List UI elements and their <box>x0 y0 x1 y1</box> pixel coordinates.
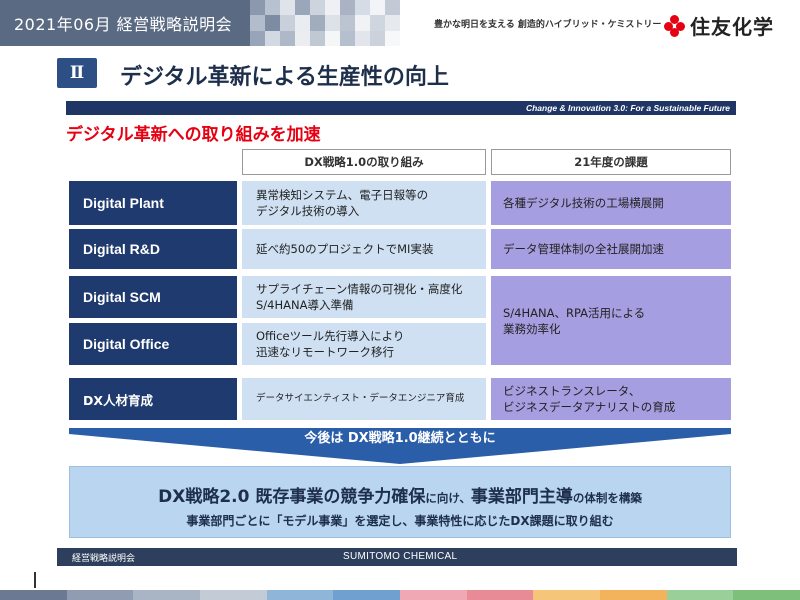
cell-dx1-digital-plant: 異常検知システム、電子日報等の デジタル技術の導入 <box>242 181 486 225</box>
section-title: デジタル革新による生産性の向上 <box>120 65 449 90</box>
footer-color-strip <box>0 590 800 600</box>
mosaic-tile <box>340 15 355 31</box>
mosaic-tile <box>310 30 325 46</box>
footer-company-name: SUMITOMO CHEMICAL <box>343 551 458 562</box>
mosaic-tile <box>370 15 385 31</box>
mosaic-tile <box>385 30 400 46</box>
mosaic-tile <box>355 30 370 46</box>
column-header-dx1: DX戦略1.0の取り組み <box>242 149 486 175</box>
row-label-digital-office: Digital Office <box>69 323 237 365</box>
cell-dx1-digital-office: Officeツール先行導入により 迅速なリモートワーク移行 <box>242 323 486 365</box>
mosaic-tile <box>325 30 340 46</box>
mosaic-tile <box>310 15 325 31</box>
page-marker <box>34 572 36 588</box>
header-mosaic-decoration <box>250 0 400 46</box>
company-logo: 住友化学 <box>664 11 774 40</box>
row-label-dx-talent: DX人材育成 <box>69 378 237 420</box>
mosaic-tile <box>295 15 310 31</box>
mosaic-tile <box>340 30 355 46</box>
cell-fy21-scm-office-merged: S/4HANA、RPA活用による 業務効率化 <box>491 276 731 365</box>
mosaic-tile <box>295 0 310 16</box>
logo-mark-icon <box>664 14 686 37</box>
dx2-subline: 事業部門ごとに「モデル事業」を選定し、事業特性に応じたDX課題に取り組む <box>186 514 614 528</box>
mosaic-tile <box>265 30 280 46</box>
color-strip-segment <box>0 590 67 600</box>
cell-fy21-digital-rd: データ管理体制の全社展開加速 <box>491 229 731 269</box>
color-strip-segment <box>66 590 134 600</box>
row-label-digital-rd: Digital R&D <box>69 229 237 269</box>
cell-dx1-digital-scm: サプライチェーン情報の可視化・高度化 S/4HANA導入準備 <box>242 276 486 318</box>
company-tagline: 豊かな明日を支える 創造的ハイブリッド・ケミストリー <box>434 20 662 30</box>
cell-fy21-digital-plant: 各種デジタル技術の工場横展開 <box>491 181 731 225</box>
mosaic-tile <box>265 15 280 31</box>
mosaic-tile <box>385 15 400 31</box>
color-strip-segment <box>600 590 667 600</box>
mosaic-tile <box>265 0 280 16</box>
color-strip-segment <box>666 590 734 600</box>
cell-dx1-dx-talent: データサイエンティスト・データエンジニア育成 <box>242 378 486 420</box>
color-strip-segment <box>200 590 267 600</box>
event-title: 2021年06月 経営戦略説明会 <box>14 15 233 34</box>
color-strip-segment <box>333 590 401 600</box>
mosaic-tile <box>370 0 385 16</box>
cell-dx1-digital-rd: 延べ約50のプロジェクトでMI実装 <box>242 229 486 269</box>
footer-event-name: 経営戦略説明会 <box>72 554 136 564</box>
mosaic-tile <box>250 15 265 31</box>
logo-text: 住友化学 <box>690 15 774 39</box>
color-strip-segment <box>466 590 534 600</box>
dx2-headline: DX戦略2.0 既存事業の競争力確保に向け、事業部門主導の体制を構築 <box>78 482 722 507</box>
color-strip-segment <box>133 590 201 600</box>
mosaic-tile <box>250 0 265 16</box>
mosaic-tile <box>280 15 295 31</box>
mosaic-tile <box>250 30 265 46</box>
color-strip-segment <box>266 590 334 600</box>
cell-fy21-dx-talent: ビジネストランスレータ、 ビジネスデータアナリストの育成 <box>491 378 731 420</box>
row-label-digital-scm: Digital SCM <box>69 276 237 318</box>
mosaic-tile <box>370 30 385 46</box>
color-strip-segment <box>533 590 601 600</box>
mosaic-tile <box>295 30 310 46</box>
mosaic-tile <box>325 0 340 16</box>
mosaic-tile <box>340 0 355 16</box>
mosaic-tile <box>280 30 295 46</box>
row-label-digital-plant: Digital Plant <box>69 181 237 225</box>
mosaic-tile <box>310 0 325 16</box>
color-strip-segment <box>400 590 467 600</box>
dx2-headline-part2: に向け、 <box>425 491 471 505</box>
dx2-headline-part4: の体制を構築 <box>572 491 642 505</box>
slide-subtitle: デジタル革新への取り組みを加速 <box>66 125 321 145</box>
dx2-headline-part1: DX戦略2.0 既存事業の競争力確保 <box>158 487 426 507</box>
color-strip-segment <box>733 590 800 600</box>
mosaic-tile <box>385 0 400 16</box>
section-number-badge: Ⅱ <box>57 58 97 88</box>
mosaic-tile <box>355 15 370 31</box>
dx2-headline-part3: 事業部門主導 <box>470 487 573 507</box>
mosaic-tile <box>355 0 370 16</box>
mosaic-tile <box>325 15 340 31</box>
column-header-fy21: 21年度の課題 <box>491 149 731 175</box>
arrow-band-text: 今後は DX戦略1.0継続とともに <box>304 431 496 446</box>
mosaic-tile <box>280 0 295 16</box>
slogan-banner: Change & Innovation 3.0: For a Sustainab… <box>66 101 736 115</box>
